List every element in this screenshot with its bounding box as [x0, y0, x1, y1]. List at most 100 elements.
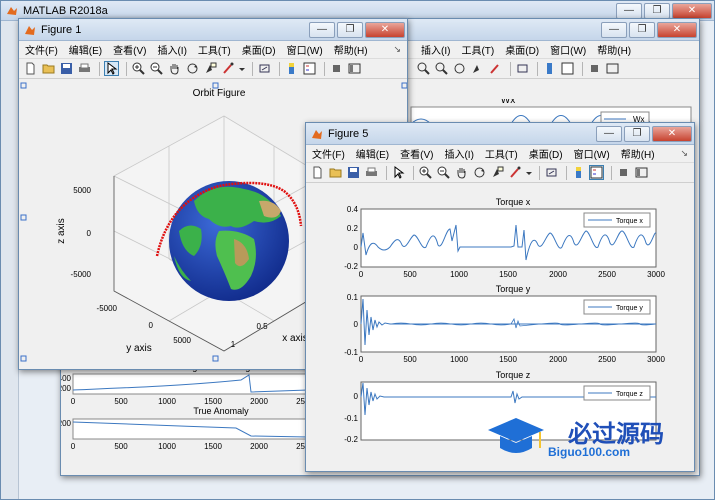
- torque-y-yticks: 0.1 0 -0.1: [344, 293, 358, 357]
- colorbar-icon[interactable]: [284, 61, 299, 76]
- brush-icon[interactable]: [488, 61, 503, 76]
- menu-window[interactable]: 窗口(W): [287, 42, 323, 57]
- new-file-icon[interactable]: [23, 61, 38, 76]
- open-folder-icon[interactable]: [328, 165, 343, 180]
- close-button[interactable]: ✕: [672, 2, 712, 19]
- restore-button[interactable]: ❐: [644, 2, 670, 19]
- selection-handle[interactable]: [20, 214, 27, 221]
- menubar-expand-icon[interactable]: ↘: [680, 148, 688, 159]
- print-icon[interactable]: [364, 165, 379, 180]
- zoom-in-icon[interactable]: [416, 61, 431, 76]
- bg-close-button[interactable]: ✕: [657, 21, 697, 38]
- fig5-restore-button[interactable]: ❐: [624, 125, 650, 142]
- bg-menu-desktop[interactable]: 桌面(D): [505, 42, 539, 57]
- fig1-minimize-button[interactable]: —: [309, 21, 335, 38]
- x-tick: 1: [231, 340, 236, 349]
- print-icon[interactable]: [77, 61, 92, 76]
- data-cursor-icon[interactable]: [203, 61, 218, 76]
- fig5-close-button[interactable]: ✕: [652, 125, 692, 142]
- hide-plot-tools-icon[interactable]: [616, 165, 631, 180]
- menu-view[interactable]: 查看(V): [400, 146, 433, 161]
- save-icon[interactable]: [346, 165, 361, 180]
- svg-text:-0.1: -0.1: [344, 414, 358, 423]
- fig1-menubar: 文件(F) 编辑(E) 查看(V) 插入(I) 工具(T) 桌面(D) 窗口(W…: [19, 41, 407, 59]
- menubar-expand-icon[interactable]: ↘: [393, 44, 401, 55]
- selection-handle[interactable]: [212, 355, 219, 362]
- selection-handle[interactable]: [20, 82, 27, 89]
- legend-icon[interactable]: [560, 61, 575, 76]
- rotate-3d-icon[interactable]: [472, 165, 487, 180]
- selection-handle[interactable]: [401, 82, 407, 89]
- svg-text:-0.1: -0.1: [344, 348, 358, 357]
- dock-icon[interactable]: [605, 61, 620, 76]
- link-plot-icon[interactable]: [257, 61, 272, 76]
- legend-icon[interactable]: [302, 61, 317, 76]
- zoom-out-icon[interactable]: [436, 165, 451, 180]
- menu-desktop[interactable]: 桌面(D): [529, 146, 563, 161]
- colorbar-icon[interactable]: [542, 61, 557, 76]
- colorbar-icon[interactable]: [571, 165, 586, 180]
- edit-plot-cursor-icon[interactable]: [104, 61, 119, 76]
- svg-text:1000: 1000: [158, 397, 176, 406]
- fig1-close-button[interactable]: ✕: [365, 21, 405, 38]
- svg-text:1500: 1500: [204, 442, 222, 451]
- menu-edit[interactable]: 编辑(E): [356, 146, 389, 161]
- zoom-in-icon[interactable]: [418, 165, 433, 180]
- hide-tools-icon[interactable]: [587, 61, 602, 76]
- hide-plot-tools-icon[interactable]: [329, 61, 344, 76]
- bg-menu-tools[interactable]: 工具(T): [461, 42, 494, 57]
- fig1-restore-button[interactable]: ❐: [337, 21, 363, 38]
- link-icon[interactable]: [515, 61, 530, 76]
- menu-help[interactable]: 帮助(H): [334, 42, 368, 57]
- pan-hand-icon[interactable]: [167, 61, 182, 76]
- bg-menu-insert[interactable]: 插入(I): [421, 42, 450, 57]
- pan-hand-icon[interactable]: [454, 165, 469, 180]
- menu-help[interactable]: 帮助(H): [621, 146, 655, 161]
- menu-window[interactable]: 窗口(W): [574, 146, 610, 161]
- link-plot-icon[interactable]: [544, 165, 559, 180]
- zoom-out-icon[interactable]: [149, 61, 164, 76]
- menu-insert[interactable]: 插入(I): [444, 146, 473, 161]
- legend-icon[interactable]: [589, 165, 604, 180]
- menu-file[interactable]: 文件(F): [25, 42, 58, 57]
- rotate-3d-icon[interactable]: [185, 61, 200, 76]
- svg-text:2500: 2500: [598, 270, 616, 279]
- edit-plot-cursor-icon[interactable]: [391, 165, 406, 180]
- save-icon[interactable]: [59, 61, 74, 76]
- menu-view[interactable]: 查看(V): [113, 42, 146, 57]
- menu-tools[interactable]: 工具(T): [485, 146, 518, 161]
- bg-menu-window[interactable]: 窗口(W): [550, 42, 586, 57]
- angle-ytick: 200: [61, 384, 72, 393]
- brush-dropdown-icon[interactable]: [526, 165, 532, 180]
- open-folder-icon[interactable]: [41, 61, 56, 76]
- menu-file[interactable]: 文件(F): [312, 146, 345, 161]
- zoom-in-icon[interactable]: [131, 61, 146, 76]
- minimize-button[interactable]: —: [616, 2, 642, 19]
- fig5-toolbar: [306, 163, 694, 183]
- zoom-out-icon[interactable]: [434, 61, 449, 76]
- brush-dropdown-icon[interactable]: [239, 61, 245, 76]
- brush-icon[interactable]: [221, 61, 236, 76]
- torque-y-title: Torque y: [496, 284, 531, 294]
- selection-handle[interactable]: [20, 355, 27, 362]
- fig5-title: Figure 5: [328, 127, 369, 140]
- fig1-toolbar: [19, 59, 407, 79]
- rotate-icon[interactable]: [452, 61, 467, 76]
- figure-icon: [310, 127, 324, 141]
- brush-icon[interactable]: [508, 165, 523, 180]
- menu-tools[interactable]: 工具(T): [198, 42, 231, 57]
- menu-edit[interactable]: 编辑(E): [69, 42, 102, 57]
- menu-desktop[interactable]: 桌面(D): [242, 42, 276, 57]
- bg-menu-help[interactable]: 帮助(H): [597, 42, 631, 57]
- menu-insert[interactable]: 插入(I): [157, 42, 186, 57]
- fig5-minimize-button[interactable]: —: [596, 125, 622, 142]
- new-file-icon[interactable]: [310, 165, 325, 180]
- show-plot-tools-icon[interactable]: [347, 61, 362, 76]
- data-cursor-icon[interactable]: [490, 165, 505, 180]
- y-tick: 5000: [173, 336, 191, 345]
- show-plot-tools-icon[interactable]: [634, 165, 649, 180]
- bg-minimize-button[interactable]: —: [601, 21, 627, 38]
- bg-restore-button[interactable]: ❐: [629, 21, 655, 38]
- svg-text:0: 0: [71, 397, 76, 406]
- data-cursor-icon[interactable]: [470, 61, 485, 76]
